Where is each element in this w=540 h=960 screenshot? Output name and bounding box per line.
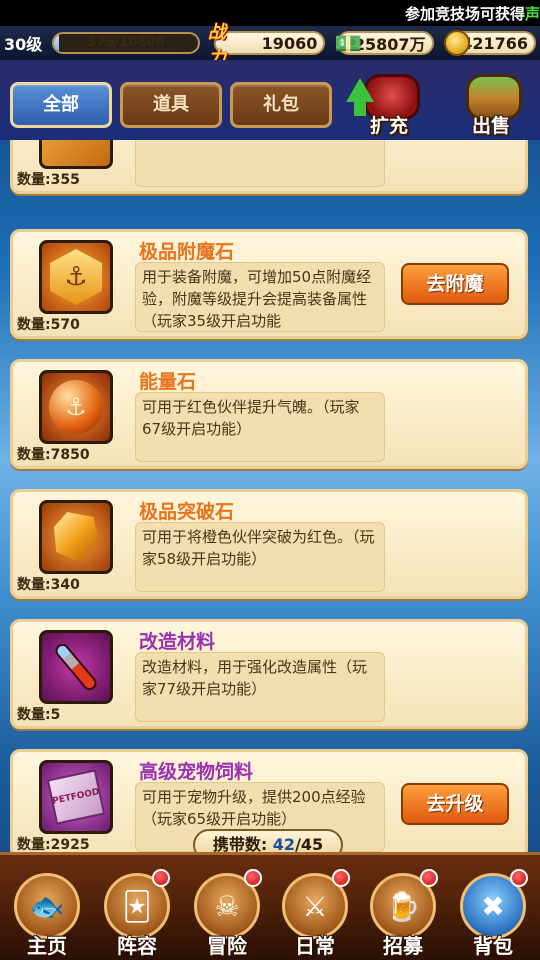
item-name: 能量石 [139, 371, 197, 393]
item-quantity: 数量:2925 [17, 837, 90, 852]
player-status-bar: 30级 379/10800 战力 19060 💵 25807万 421766 [0, 22, 540, 69]
exp-bar: 379/10800 [52, 32, 200, 54]
item-description: 用于装备附魔，可增加50点附魔经验，附魔等级提升会提高装备属性（玩家35级开启功… [135, 262, 385, 332]
tab-items[interactable]: 道具 [120, 82, 222, 128]
tab-packs[interactable]: 礼包 [230, 82, 332, 128]
item-quantity: 数量:5 [17, 707, 61, 723]
modify-material-icon [39, 630, 113, 704]
nav-backpack[interactable]: ✖ 背包 [450, 869, 536, 960]
inventory-tab-bar: 全部 道具 礼包 扩充 出售 [0, 60, 540, 140]
nav-label: 背包 [473, 934, 513, 958]
marquee-banner: 参加竞技场可获得声 [0, 0, 540, 26]
marquee-text: 参加竞技场可获得 [404, 4, 525, 23]
nav-label: 冒险 [207, 934, 247, 958]
nav-home[interactable]: 🐟 主页 [4, 869, 90, 960]
item-quantity: 数量:570 [17, 317, 80, 333]
pet-food-icon: PETFOOD [39, 760, 113, 834]
energy-stone-icon: ⚓ [39, 370, 113, 444]
item-card[interactable]: 数量:355 [10, 140, 528, 194]
item-description [135, 140, 385, 187]
bottom-nav: 🐟 主页 🃏 阵容 ☠ 冒险 ⚔ 日常 🍺 招募 ✖ 背包 [0, 852, 540, 960]
power-display: 战力 19060 [208, 22, 326, 69]
item-quantity: 数量:355 [17, 172, 80, 188]
nav-recruit[interactable]: 🍺 招募 [360, 869, 446, 960]
go-upgrade-button[interactable]: 去升级 [401, 783, 509, 825]
nav-daily[interactable]: ⚔ 日常 [272, 869, 358, 960]
tab-all[interactable]: 全部 [10, 82, 112, 128]
exp-text: 379/10800 [87, 35, 165, 50]
player-level: 30级 [4, 35, 43, 54]
power-icon: 战力 [207, 22, 226, 69]
power-value: 19060 [261, 33, 318, 53]
nav-label: 阵容 [117, 934, 157, 958]
item-description: 可用于红色伙伴提升气魄。（玩家67级开启功能） [135, 392, 385, 462]
go-enchant-button[interactable]: 去附魔 [401, 263, 509, 305]
gold-value: 421766 [461, 33, 528, 53]
expand-label: 扩充 [369, 115, 408, 137]
notification-badge [244, 869, 262, 887]
gold-coin-icon [443, 30, 470, 56]
item-quantity: 数量:340 [17, 577, 80, 593]
nav-label: 主页 [27, 934, 67, 958]
gold-display[interactable]: 421766 [443, 30, 536, 56]
enchant-stone-icon: ⚓ [39, 240, 113, 314]
notification-badge [420, 869, 438, 887]
nav-label: 日常 [295, 934, 335, 958]
item-card[interactable]: 数量:5 改造材料 改造材料，用于强化改造属性（玩家77级开启功能） [10, 619, 528, 729]
item-list[interactable]: 数量:355 ⚓ 数量:570 极品附魔石 用于装备附魔，可增加50点附魔经验，… [0, 140, 540, 852]
item-description: 改造材料，用于强化改造属性（玩家77级开启功能） [135, 652, 385, 722]
item-card[interactable]: ⚓ 数量:570 极品附魔石 用于装备附魔，可增加50点附魔经验，附魔等级提升会… [10, 229, 528, 339]
item-name: 高级宠物饲料 [139, 761, 254, 783]
key-icon [39, 140, 113, 169]
item-name: 极品突破石 [139, 501, 235, 523]
item-description: 可用于将橙色伙伴突破为红色。（玩家58级开启功能） [135, 522, 385, 592]
sell-label: 出售 [471, 115, 510, 137]
notification-badge [152, 869, 170, 887]
notification-badge [510, 869, 528, 887]
marquee-text-highlight: 声 [524, 4, 540, 23]
item-name: 极品附魔石 [139, 241, 235, 263]
nav-lineup[interactable]: 🃏 阵容 [94, 869, 180, 960]
sell-button[interactable]: 出售 [446, 68, 536, 140]
breakthrough-stone-icon [39, 500, 113, 574]
item-card[interactable]: 数量:340 极品突破石 可用于将橙色伙伴突破为红色。（玩家58级开启功能） [10, 489, 528, 599]
expand-button[interactable]: 扩充 [344, 68, 434, 140]
nav-adventure[interactable]: ☠ 冒险 [184, 869, 270, 960]
item-name: 改造材料 [139, 631, 216, 653]
arrow-up-icon [346, 78, 374, 102]
item-card[interactable]: ⚓ 数量:7850 能量石 可用于红色伙伴提升气魄。（玩家67级开启功能） [10, 359, 528, 469]
cash-display[interactable]: 💵 25807万 [335, 31, 434, 57]
nav-label: 招募 [383, 934, 423, 958]
notification-badge [332, 869, 350, 887]
cash-icon: 💵 [334, 31, 363, 57]
item-quantity: 数量:7850 [17, 447, 90, 463]
